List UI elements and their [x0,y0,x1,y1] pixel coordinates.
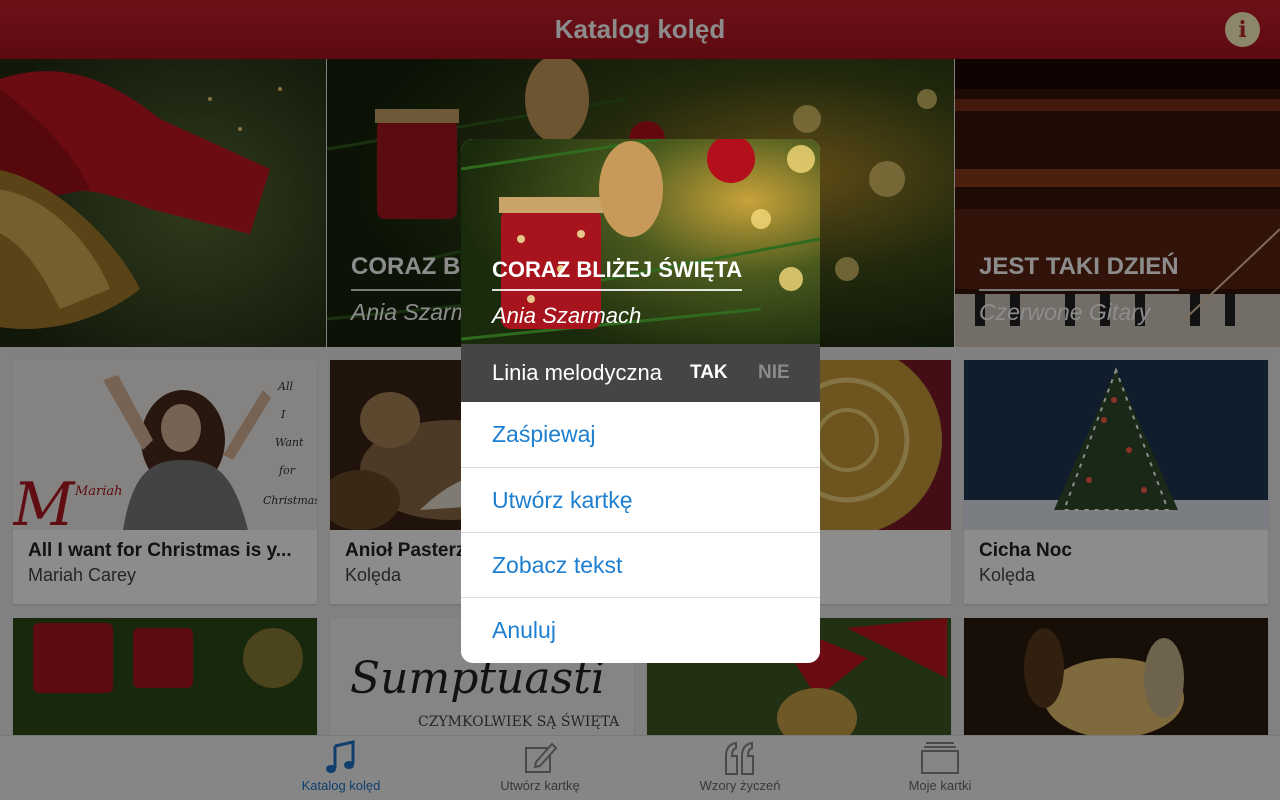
create-card-button[interactable]: Utwórz kartkę [461,467,820,532]
sing-button[interactable]: Zaśpiewaj [461,402,820,467]
cancel-button[interactable]: Anuluj [461,597,820,662]
melody-line-label: Linia melodyczna [492,360,662,385]
song-options-dialog: CORAZ BLIŻEJ ŚWIĘTA Ania Szarmach Linia … [461,139,820,663]
melody-no-option[interactable]: NIE [758,362,790,384]
dialog-song-title: CORAZ BLIŻEJ ŚWIĘTA [492,257,743,291]
dialog-song-artist: Ania Szarmach [492,303,642,328]
dialog-actions: Zaśpiewaj Utwórz kartkę Zobacz tekst Anu… [461,402,820,662]
view-lyrics-button[interactable]: Zobacz tekst [461,532,820,597]
melody-yes-option[interactable]: TAK [690,362,728,384]
melody-line-toggle: Linia melodyczna TAK NIE [461,344,820,402]
dialog-header: CORAZ BLIŻEJ ŚWIĘTA Ania Szarmach [461,139,820,344]
